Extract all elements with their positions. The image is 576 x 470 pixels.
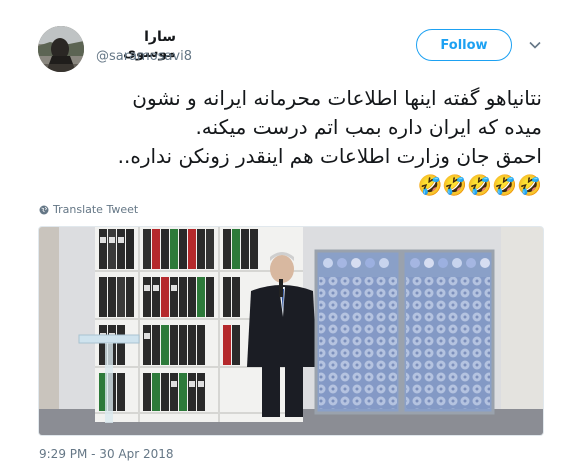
- translate-tweet-link[interactable]: Translate Tweet: [39, 203, 138, 216]
- tweet-text: نتانیاهو گفته اینها اطلاعات محرمانه ایرا…: [36, 84, 542, 200]
- tweet-line: احمق جان وزارت اطلاعات هم اینقدر زونکن ن…: [117, 144, 542, 168]
- user-handle[interactable]: @saramosavi8: [96, 49, 192, 64]
- globe-icon: [39, 205, 49, 214]
- tweet-media-image[interactable]: [38, 226, 544, 436]
- tweet-line: میده که ایران داره بمب اتم درست میکنه.: [195, 115, 542, 139]
- avatar[interactable]: [38, 26, 84, 72]
- follow-button[interactable]: Follow: [416, 29, 512, 61]
- tweet-line: نتانیاهو گفته اینها اطلاعات محرمانه ایرا…: [132, 86, 542, 110]
- translate-label: Translate Tweet: [53, 203, 139, 216]
- tweet-emoji-line: 🤣🤣🤣🤣🤣: [417, 173, 542, 197]
- chevron-down-icon[interactable]: [528, 38, 542, 52]
- tweet-timestamp[interactable]: 9:29 PM - 30 Apr 2018: [39, 447, 174, 461]
- media-photo: [39, 227, 543, 435]
- avatar-photo: [38, 26, 84, 72]
